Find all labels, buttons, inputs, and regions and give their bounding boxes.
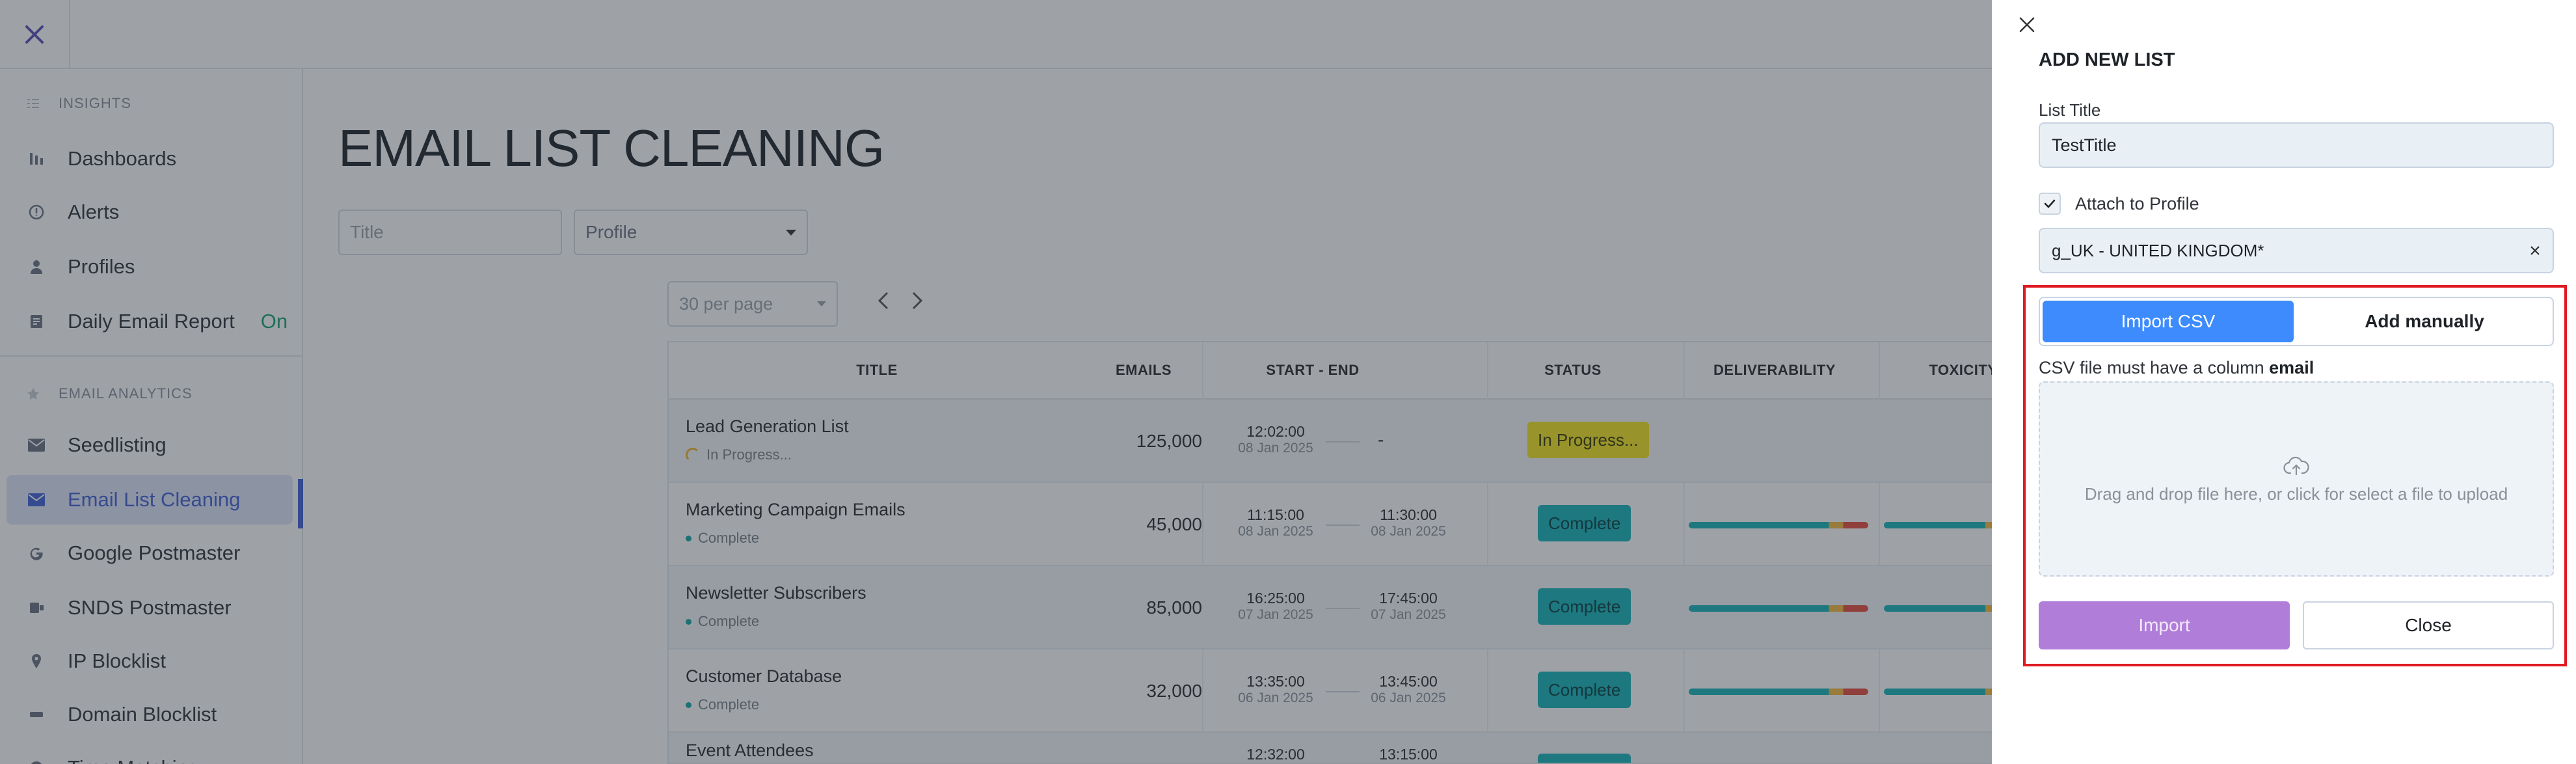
profile-select[interactable]: g_UK - UNITED KINGDOM* [2039,228,2554,273]
drawer-close-button[interactable] [2015,13,2039,36]
cloud-upload-icon [2282,454,2311,478]
modal-backdrop[interactable] [0,0,1992,764]
clear-selection-button[interactable] [2529,241,2541,261]
csv-requirement-note: CSV file must have a column email [2039,358,2314,377]
tab-import-csv[interactable]: Import CSV [2043,301,2294,342]
import-mode-tabs: Import CSV Add manually [2039,297,2554,346]
import-button[interactable]: Import [2039,601,2290,649]
list-title-label: List Title [2039,100,2101,120]
drawer-title: ADD NEW LIST [2039,49,2175,70]
dropzone-text: Drag and drop file here, or click for se… [2084,484,2508,504]
tab-add-manually[interactable]: Add manually [2299,301,2550,342]
list-title-input[interactable]: TestTitle [2039,122,2554,168]
attach-to-profile-row: Attach to Profile [2039,193,2199,215]
close-icon [2530,245,2540,255]
close-icon [2019,17,2035,33]
attach-to-profile-label: Attach to Profile [2075,193,2199,213]
file-dropzone[interactable]: Drag and drop file here, or click for se… [2039,381,2554,577]
attach-to-profile-checkbox[interactable] [2039,193,2061,215]
close-button[interactable]: Close [2303,601,2554,649]
add-new-list-drawer: ADD NEW LIST List Title TestTitle Attach… [1992,0,2576,764]
check-icon [2044,199,2056,208]
